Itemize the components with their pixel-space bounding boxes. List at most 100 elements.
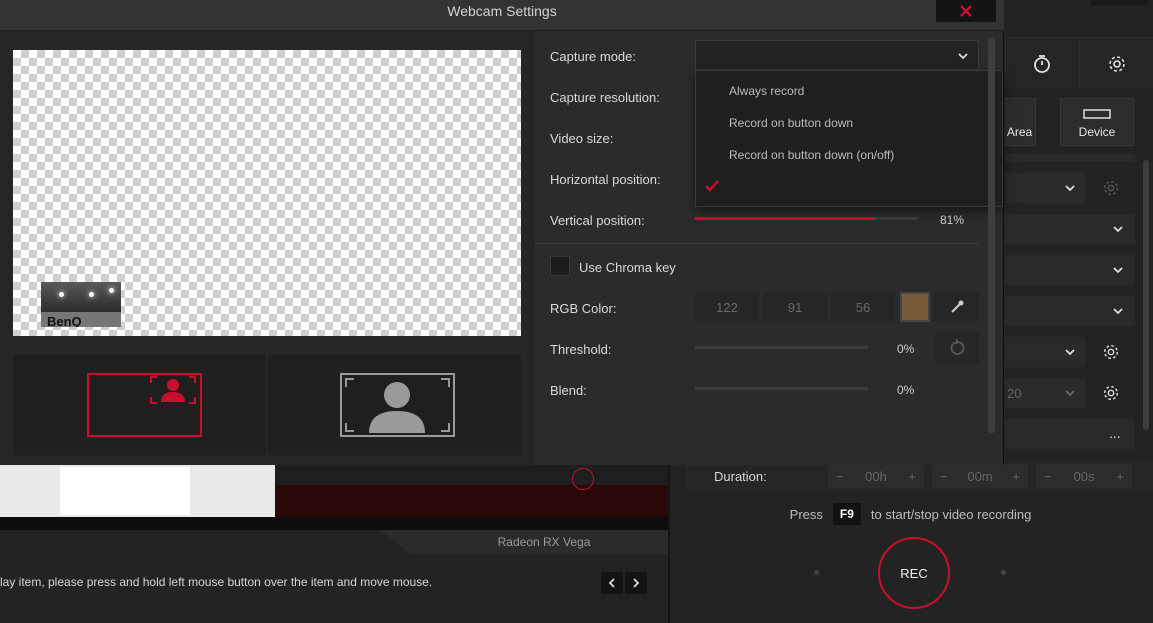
rec-label: REC	[900, 565, 928, 581]
color-swatch[interactable]	[900, 292, 930, 322]
light-spot	[89, 292, 94, 297]
red-input[interactable]: 122	[695, 292, 759, 322]
area-mode-button[interactable]: Area	[1003, 98, 1036, 146]
reset-icon	[950, 339, 964, 355]
background-select-1[interactable]	[1005, 173, 1085, 203]
increment-button[interactable]: +	[908, 469, 916, 484]
gear-icon	[1103, 180, 1119, 196]
checkmark-icon	[705, 180, 719, 192]
vertical-position-label: Vertical position:	[550, 213, 645, 228]
indicator-dot	[1001, 570, 1006, 575]
blend-value: 0%	[897, 383, 915, 397]
hotkey-badge: F9	[832, 503, 861, 525]
next-button[interactable]	[625, 572, 647, 594]
previous-button[interactable]	[601, 572, 623, 594]
threshold-value: 0%	[897, 342, 915, 356]
chevron-down-icon	[1113, 226, 1123, 233]
duration-seconds-stepper[interactable]: − 00s +	[1036, 464, 1132, 488]
section-divider	[535, 243, 980, 244]
webcam-fullscreen-icon	[345, 378, 450, 433]
settings-button-2[interactable]	[1095, 337, 1127, 367]
thumbnail-taskbar	[0, 517, 668, 530]
hotkey-hint-text: to start/stop video recording	[870, 506, 1032, 522]
window-control[interactable]	[1090, 0, 1148, 6]
resolution-partial-text: 20	[1007, 386, 1022, 401]
capture-mode-label: Capture mode:	[550, 49, 636, 64]
background-scrollbar[interactable]	[1143, 160, 1149, 430]
chevron-down-icon	[958, 53, 968, 60]
rgb-color-label: RGB Color:	[550, 301, 617, 316]
decrement-button[interactable]: −	[1044, 469, 1052, 484]
capture-mode-select[interactable]	[695, 40, 979, 70]
option-selected-blank[interactable]	[729, 180, 999, 194]
indicator-dot	[814, 570, 819, 575]
timer-tab[interactable]	[1005, 40, 1078, 88]
chevron-right-icon	[633, 578, 640, 588]
vertical-position-value: 81%	[940, 213, 965, 227]
option-record-on-button-down[interactable]: Record on button down	[729, 116, 853, 130]
hotkey-hint-row: Press F9 to start/stop video recording	[668, 500, 1153, 528]
chevron-down-icon	[1113, 267, 1123, 274]
increment-button[interactable]: +	[1012, 469, 1020, 484]
device-icon	[1083, 109, 1111, 119]
chroma-key-label: Use Chroma key	[579, 260, 676, 275]
increment-button[interactable]: +	[1116, 469, 1124, 484]
decrement-button[interactable]: −	[940, 469, 948, 484]
settings-button-3[interactable]	[1095, 378, 1127, 408]
gpu-label: Radeon RX Vega	[497, 535, 591, 549]
gear-icon	[1103, 385, 1119, 401]
threshold-label: Threshold:	[550, 342, 612, 357]
duration-hours-value: 00h	[865, 468, 887, 484]
background-select-3[interactable]	[1005, 255, 1135, 285]
webcam-overlay[interactable]: BenQ	[41, 282, 121, 327]
decrement-button[interactable]: −	[836, 469, 844, 484]
background-select-2[interactable]	[1005, 214, 1135, 244]
threshold-slider[interactable]	[695, 346, 868, 349]
more-button[interactable]: ...	[1109, 425, 1121, 441]
duration-label: Duration:	[714, 469, 767, 484]
settings-tab[interactable]	[1079, 40, 1153, 88]
close-icon	[960, 5, 972, 17]
capture-resolution-label: Capture resolution:	[550, 90, 660, 105]
dialog-titlebar[interactable]: Webcam Settings	[0, 0, 1004, 31]
panel-separator	[668, 465, 670, 623]
close-button[interactable]	[936, 0, 996, 22]
chevron-left-icon	[608, 578, 615, 588]
blue-input[interactable]: 56	[831, 292, 895, 322]
reset-button[interactable]	[934, 333, 979, 363]
gear-icon	[1108, 56, 1125, 72]
thumbnail-card	[60, 467, 190, 515]
eyedropper-icon	[950, 300, 963, 313]
overlay-fullscreen-option[interactable]	[340, 373, 455, 437]
light-spot	[109, 288, 114, 293]
screen-thumbnail[interactable]	[0, 465, 668, 530]
overlay-corner-option[interactable]	[87, 373, 202, 437]
background-select-6[interactable]: 20	[1005, 378, 1085, 408]
background-select-4[interactable]	[1005, 296, 1135, 326]
blend-label: Blend:	[550, 383, 587, 398]
duration-minutes-stepper[interactable]: − 00m +	[932, 464, 1028, 488]
background-select-5[interactable]	[1005, 337, 1085, 367]
light-spot	[59, 292, 64, 297]
duration-minutes-value: 00m	[967, 468, 993, 484]
rec-button[interactable]: REC	[878, 537, 950, 609]
chevron-down-icon	[1113, 308, 1123, 315]
background-row	[1005, 154, 1135, 162]
blend-slider[interactable]	[695, 387, 868, 390]
video-size-label: Video size:	[550, 131, 614, 146]
dialog-title: Webcam Settings	[447, 3, 557, 19]
device-label: Device	[1078, 125, 1116, 139]
option-always-record[interactable]: Always record	[729, 84, 804, 98]
eyedropper-button[interactable]	[934, 292, 979, 322]
settings-button-1[interactable]	[1095, 173, 1127, 203]
chevron-down-icon	[1065, 349, 1075, 356]
device-mode-button[interactable]: Device	[1060, 98, 1134, 146]
green-input[interactable]: 91	[763, 292, 827, 322]
background-more-field[interactable]: ...	[1005, 419, 1135, 449]
chevron-down-icon	[1065, 185, 1075, 192]
option-record-on-button-down-toggle[interactable]: Record on button down (on/off)	[729, 148, 894, 162]
settings-scrollbar[interactable]	[988, 38, 995, 433]
press-label: Press	[789, 506, 823, 522]
chroma-key-checkbox[interactable]	[550, 256, 570, 276]
duration-hours-stepper[interactable]: − 00h +	[828, 464, 924, 488]
